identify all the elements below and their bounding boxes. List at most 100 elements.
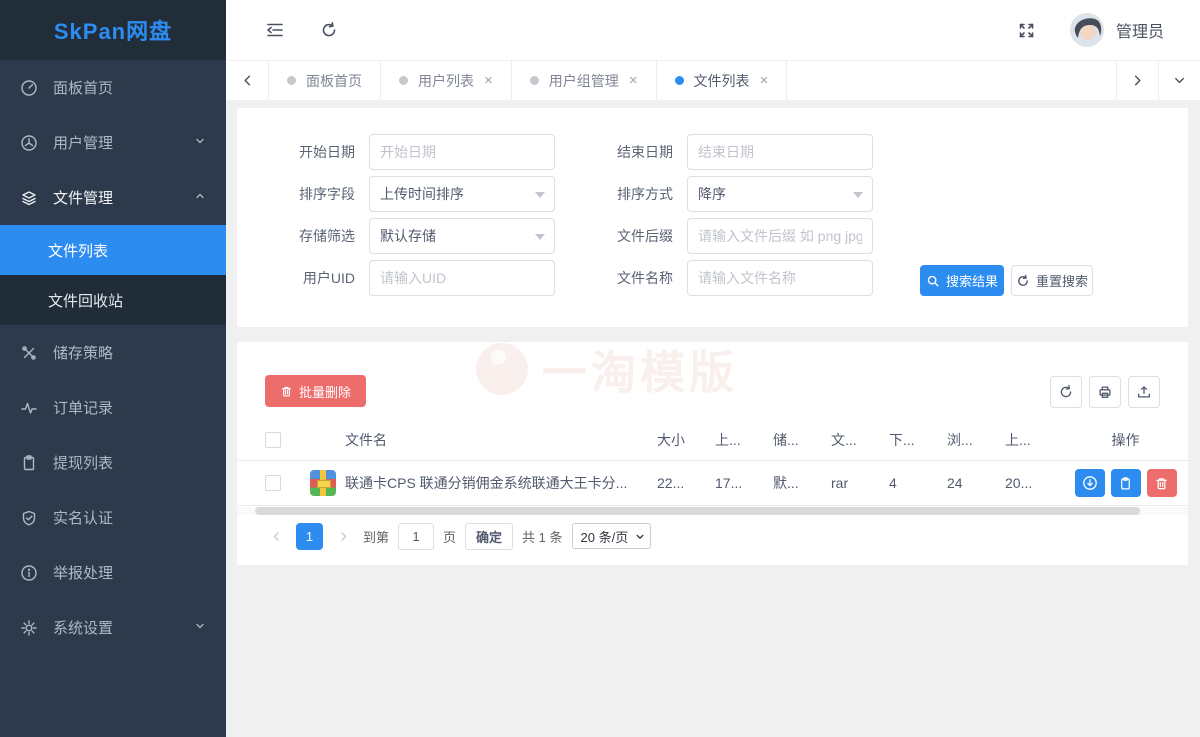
storage-filter-select[interactable]: 默认存储: [369, 218, 555, 254]
col-storage: 储...: [773, 430, 831, 450]
col-size: 大小: [657, 430, 715, 450]
delete-file-button[interactable]: [1147, 469, 1177, 497]
file-name-input[interactable]: [687, 260, 873, 296]
col-uploaded: 上...: [1005, 430, 1063, 450]
reset-search-button[interactable]: 重置搜索: [1011, 265, 1093, 296]
uploaded-cell: 20...: [1005, 475, 1063, 491]
col-downloads: 下...: [889, 430, 947, 450]
gear-icon: [20, 619, 38, 637]
sidebar: SkPan网盘 面板首页 用户管理 文件管理: [0, 0, 226, 737]
tab-file-list[interactable]: 文件列表 ×: [657, 61, 788, 100]
search-button[interactable]: 搜索结果: [920, 265, 1004, 296]
total-count-label: 共 1 条: [522, 527, 562, 546]
fullscreen-icon[interactable]: [1014, 17, 1040, 43]
uploader-cell: 17...: [715, 475, 773, 491]
sidebar-item-label: 举报处理: [53, 562, 113, 583]
dashboard-icon: [20, 79, 38, 97]
sidebar-item-realname-verify[interactable]: 实名认证: [0, 490, 226, 545]
next-page-icon[interactable]: [332, 523, 354, 549]
col-filetype: 文...: [831, 430, 889, 450]
batch-delete-label: 批量删除: [299, 382, 351, 401]
refresh-page-icon[interactable]: [316, 17, 342, 43]
copy-link-button[interactable]: [1111, 469, 1141, 497]
user-uid-input[interactable]: [369, 260, 555, 296]
collapse-menu-icon[interactable]: [262, 17, 288, 43]
start-date-label: 开始日期: [289, 142, 355, 162]
layers-icon: [20, 189, 38, 207]
sort-order-label: 排序方式: [607, 184, 673, 204]
page-size-value: 20 条/页: [581, 527, 629, 546]
info-circle-icon: [20, 564, 38, 582]
filetype-cell: rar: [831, 475, 889, 491]
tab-label: 用户组管理: [549, 71, 619, 91]
goto-page-input[interactable]: [398, 523, 434, 550]
download-file-button[interactable]: [1075, 469, 1105, 497]
tabs-scroll-left-icon[interactable]: [226, 61, 268, 100]
select-all-checkbox[interactable]: [265, 432, 281, 448]
username-label[interactable]: 管理员: [1116, 18, 1164, 42]
goto-suffix-label: 页: [443, 527, 456, 546]
close-icon[interactable]: ×: [760, 73, 769, 88]
scrollbar-thumb[interactable]: [255, 507, 1140, 515]
sidebar-item-storage-policy[interactable]: 储存策略: [0, 325, 226, 380]
sidebar-item-dashboard[interactable]: 面板首页: [0, 60, 226, 115]
close-icon[interactable]: ×: [629, 73, 638, 88]
end-date-input[interactable]: [687, 134, 873, 170]
sidebar-item-order-records[interactable]: 订单记录: [0, 380, 226, 435]
goto-confirm-button[interactable]: 确定: [465, 523, 513, 550]
topbar-right: 管理员: [1014, 13, 1164, 47]
close-icon[interactable]: ×: [484, 73, 493, 88]
prev-page-icon[interactable]: [265, 523, 287, 549]
sidebar-subitem-file-list[interactable]: 文件列表: [0, 225, 226, 275]
refresh-table-icon[interactable]: [1050, 376, 1082, 408]
sidebar-item-withdraw-list[interactable]: 提现列表: [0, 435, 226, 490]
tab-dot-icon: [530, 76, 539, 85]
start-date-input[interactable]: [369, 134, 555, 170]
content-area: 开始日期 结束日期 排序字段 上传时间排序 排序方式 降序: [226, 100, 1200, 737]
sidebar-item-report-handling[interactable]: 举报处理: [0, 545, 226, 600]
tab-label: 面板首页: [306, 71, 362, 91]
page-size-select[interactable]: 20 条/页: [572, 523, 652, 549]
sort-field-value: 上传时间排序: [380, 184, 464, 204]
rar-file-icon: [310, 470, 336, 496]
horizontal-scrollbar: [237, 507, 1188, 515]
goto-prefix-label: 到第: [363, 527, 389, 546]
batch-delete-button[interactable]: 批量删除: [265, 375, 366, 407]
users-icon: [20, 134, 38, 152]
size-cell: 22...: [657, 475, 715, 491]
app-logo: SkPan网盘: [0, 0, 226, 60]
sort-order-select[interactable]: 降序: [687, 176, 873, 212]
sidebar-item-label: 提现列表: [53, 452, 113, 473]
user-avatar[interactable]: [1070, 13, 1104, 47]
tabs-menu-icon[interactable]: [1158, 61, 1200, 100]
tools-icon: [20, 344, 38, 362]
chevron-down-icon: [194, 619, 206, 636]
print-icon[interactable]: [1089, 376, 1121, 408]
col-filename: 文件名: [297, 430, 387, 450]
row-checkbox[interactable]: [265, 475, 281, 491]
file-ext-input[interactable]: [687, 218, 873, 254]
sort-field-select[interactable]: 上传时间排序: [369, 176, 555, 212]
tab-user-group[interactable]: 用户组管理 ×: [512, 61, 657, 100]
sidebar-item-user-management[interactable]: 用户管理: [0, 115, 226, 170]
export-icon[interactable]: [1128, 376, 1160, 408]
table-row: 联通卡CPS 联通分销佣金系统联通大王卡分... 22... 17... 默..…: [237, 461, 1188, 506]
sidebar-item-label: 用户管理: [53, 132, 113, 153]
tab-user-list[interactable]: 用户列表 ×: [381, 61, 512, 100]
file-name-cell: 联通卡CPS 联通分销佣金系统联通大王卡分...: [345, 473, 627, 493]
storage-filter-value: 默认存储: [380, 226, 436, 246]
storage-cell: 默...: [773, 473, 831, 493]
page-number-button[interactable]: 1: [296, 523, 323, 550]
tab-dashboard[interactable]: 面板首页: [269, 61, 381, 100]
col-views: 浏...: [947, 430, 1005, 450]
chevron-up-icon: [194, 189, 206, 206]
sidebar-item-file-management[interactable]: 文件管理: [0, 170, 226, 225]
sidebar-subitem-file-recycle[interactable]: 文件回收站: [0, 275, 226, 325]
tabbar: 面板首页 用户列表 × 用户组管理 × 文件列表 ×: [226, 60, 1200, 100]
tabs-scroll-right-icon[interactable]: [1116, 61, 1158, 100]
sort-order-value: 降序: [698, 184, 726, 204]
sidebar-item-label: 实名认证: [53, 507, 113, 528]
tab-label: 文件列表: [694, 71, 750, 91]
sidebar-subitem-label: 文件回收站: [48, 290, 123, 311]
sidebar-item-system-settings[interactable]: 系统设置: [0, 600, 226, 655]
